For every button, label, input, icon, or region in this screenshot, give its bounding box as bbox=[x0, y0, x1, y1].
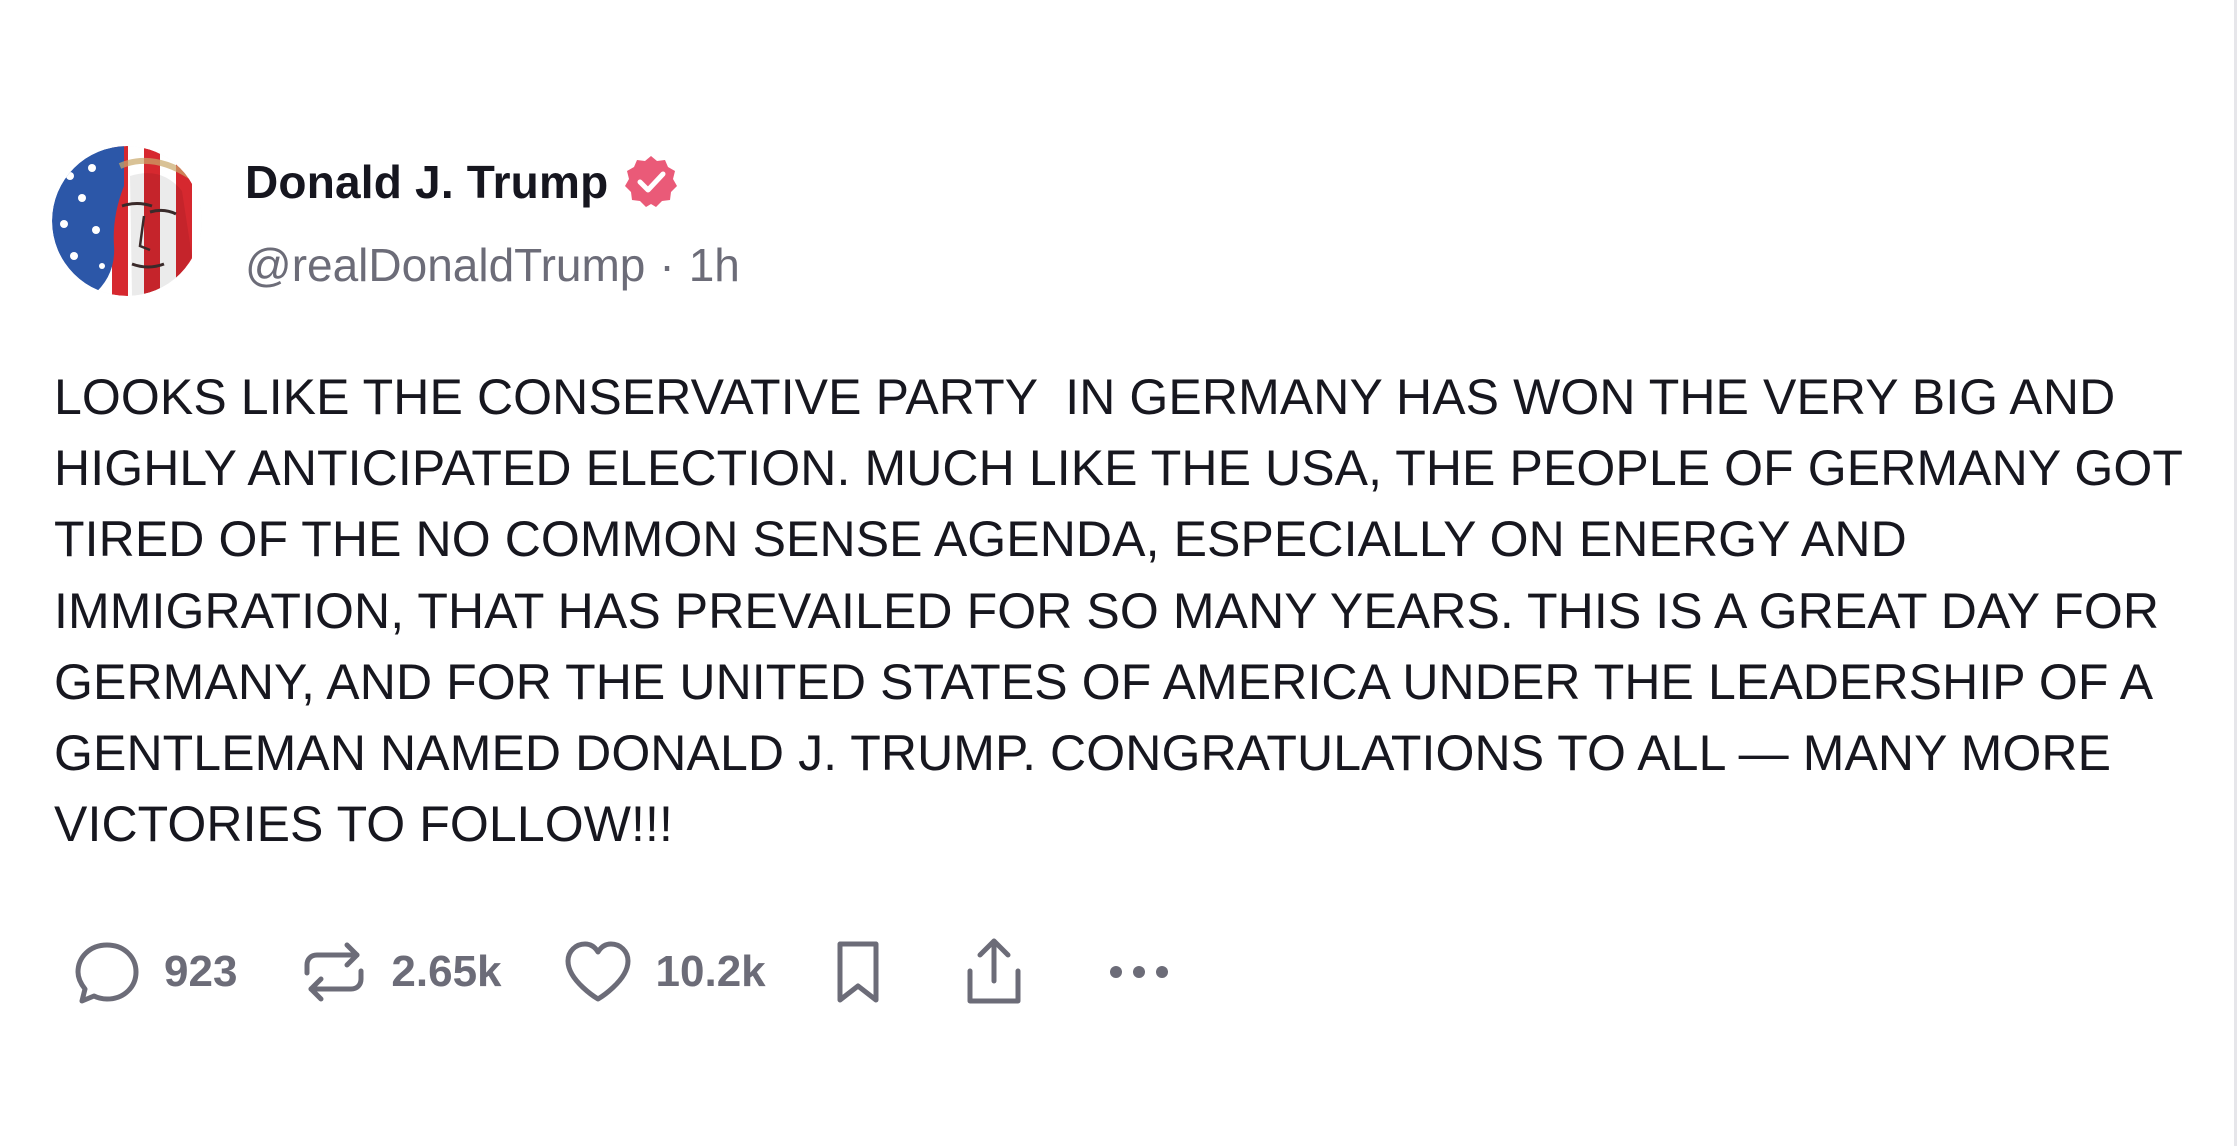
repost-count: 2.65k bbox=[391, 947, 502, 996]
like-count: 10.2k bbox=[655, 947, 766, 996]
share-button[interactable] bbox=[962, 935, 1026, 1009]
post-meta: @realDonaldTrump · 1h bbox=[245, 236, 740, 294]
heart-icon bbox=[562, 937, 634, 1007]
author-display-name[interactable]: Donald J. Trump bbox=[245, 155, 608, 209]
reply-count: 923 bbox=[164, 947, 238, 996]
like-button[interactable]: 10.2k bbox=[562, 937, 766, 1007]
reply-bubble-icon bbox=[72, 937, 142, 1007]
author-handle[interactable]: @realDonaldTrump bbox=[245, 238, 645, 292]
reply-button[interactable]: 923 bbox=[72, 937, 237, 1007]
repost-button[interactable]: 2.65k bbox=[299, 937, 502, 1007]
author-avatar[interactable] bbox=[52, 146, 202, 296]
post-timestamp[interactable]: 1h bbox=[689, 238, 740, 292]
page-edge-divider bbox=[2234, 0, 2237, 1146]
flag-face-avatar-image bbox=[52, 146, 202, 296]
bookmark-icon bbox=[830, 936, 886, 1008]
more-icon bbox=[1104, 957, 1174, 987]
more-options-button[interactable] bbox=[1104, 957, 1174, 987]
author-name-row[interactable]: Donald J. Trump bbox=[245, 150, 680, 214]
post-action-bar: 923 2.65k 10.2k bbox=[72, 930, 1174, 1014]
post-body-text: LOOKS LIKE THE CONSERVATIVE PARTY IN GER… bbox=[54, 369, 2196, 853]
meta-separator: · bbox=[659, 239, 675, 291]
repost-icon bbox=[299, 937, 369, 1007]
share-icon bbox=[962, 935, 1026, 1009]
verified-badge-icon bbox=[622, 153, 680, 211]
bookmark-button[interactable] bbox=[830, 936, 886, 1008]
post-card: Donald J. Trump @realDonaldTrump · 1h LO… bbox=[0, 0, 2230, 1146]
